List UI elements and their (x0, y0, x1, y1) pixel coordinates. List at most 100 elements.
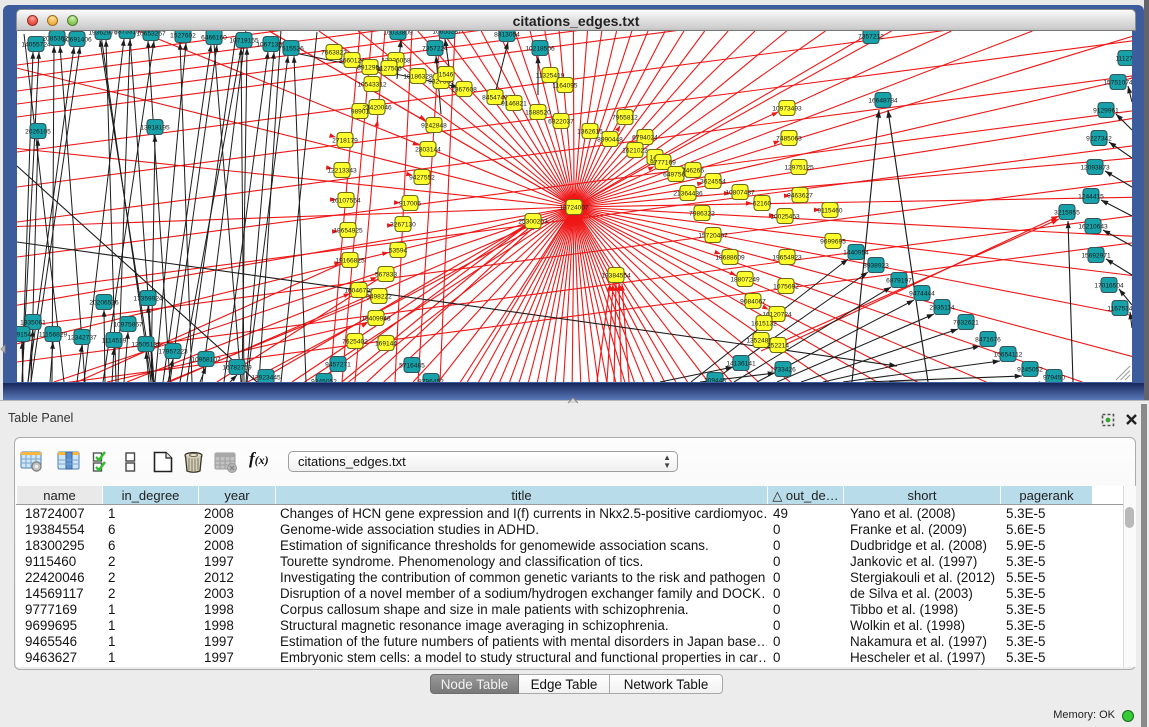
svg-text:10688609: 10688609 (715, 254, 745, 261)
svg-text:6794024: 6794024 (632, 134, 658, 141)
svg-text:7515526: 7515526 (278, 45, 304, 52)
svg-text:8990448: 8990448 (597, 136, 623, 143)
svg-text:10654112: 10654112 (994, 351, 1023, 358)
svg-text:7632621: 7632621 (953, 319, 979, 326)
svg-text:10958107: 10958107 (191, 356, 221, 363)
svg-text:9463627: 9463627 (787, 192, 813, 199)
svg-text:7625402: 7625402 (342, 338, 368, 345)
svg-text:1440954: 1440954 (843, 249, 869, 256)
svg-text:1527602: 1527602 (170, 32, 196, 39)
svg-text:9146821: 9146821 (501, 100, 527, 107)
svg-text:14136141: 14136141 (726, 360, 756, 367)
svg-text:6322037: 6322037 (548, 118, 574, 125)
svg-text:9245052: 9245052 (311, 378, 337, 382)
svg-text:15720407: 15720407 (698, 232, 728, 239)
svg-text:2935114: 2935114 (929, 304, 955, 311)
svg-text:17957223: 17957223 (158, 348, 188, 355)
svg-text:15692971: 15692971 (1081, 252, 1111, 259)
svg-text:5716485: 5716485 (399, 362, 425, 369)
svg-text:1164095: 1164095 (552, 82, 578, 89)
svg-text:111274: 111274 (1115, 55, 1132, 62)
svg-text:8796452: 8796452 (418, 378, 444, 382)
svg-text:1335061: 1335061 (20, 319, 46, 326)
svg-text:10807487: 10807487 (725, 189, 755, 196)
svg-text:39154: 39154 (17, 331, 31, 338)
svg-text:23420046: 23420046 (362, 104, 392, 111)
svg-text:9242848: 9242848 (421, 122, 447, 129)
svg-text:25300203: 25300203 (518, 218, 548, 225)
svg-text:12093873: 12093873 (1080, 164, 1110, 171)
svg-text:1114519: 1114519 (102, 337, 127, 344)
svg-text:19166825: 19166825 (335, 257, 365, 264)
svg-text:14055724: 14055724 (21, 41, 51, 48)
svg-text:19384554: 19384554 (601, 272, 631, 279)
svg-text:19654923: 19654923 (772, 254, 802, 261)
svg-text:1075692: 1075692 (773, 283, 799, 290)
svg-text:746266: 746266 (682, 167, 704, 174)
svg-text:21364436: 21364436 (673, 190, 703, 197)
svg-text:53594: 53594 (389, 247, 408, 254)
svg-text:10218506: 10218506 (525, 45, 555, 52)
svg-text:2803144: 2803144 (415, 146, 441, 153)
svg-text:7485063: 7485063 (776, 135, 802, 142)
svg-text:2026105: 2026105 (25, 128, 51, 135)
svg-text:10655287: 10655287 (432, 31, 462, 35)
svg-text:8471676: 8471676 (975, 336, 1001, 343)
svg-text:109448: 109448 (704, 377, 726, 382)
svg-text:12975125: 12975125 (784, 164, 814, 171)
svg-text:12342737: 12342737 (67, 334, 97, 341)
svg-text:1588520: 1588520 (525, 109, 551, 116)
svg-text:1244415: 1244415 (1078, 193, 1104, 200)
svg-text:7955812: 7955812 (612, 114, 638, 121)
svg-text:169144: 169144 (375, 340, 397, 347)
svg-text:917006: 917006 (399, 200, 421, 207)
svg-text:6879197: 6879197 (886, 277, 912, 284)
svg-text:1546: 1546 (439, 71, 454, 78)
svg-text:12923445: 12923445 (251, 374, 281, 381)
svg-text:1621022: 1621022 (622, 147, 648, 154)
svg-text:16107554: 16107554 (331, 197, 361, 204)
svg-text:11156829: 11156829 (39, 331, 68, 338)
svg-text:16782759: 16782759 (222, 364, 252, 371)
svg-text:20206536: 20206536 (89, 299, 119, 306)
svg-text:3498222: 3498222 (366, 293, 392, 300)
svg-text:10543312: 10543312 (357, 81, 387, 88)
svg-text:19654925: 19654925 (333, 227, 363, 234)
svg-text:18807249: 18807249 (730, 276, 760, 283)
svg-text:9457271: 9457271 (325, 361, 351, 368)
svg-text:9699695: 9699695 (820, 238, 846, 245)
svg-text:12213343: 12213343 (327, 167, 357, 174)
svg-text:9777169: 9777169 (650, 159, 676, 166)
svg-text:15751074: 15751074 (1103, 79, 1132, 86)
svg-text:567833: 567833 (375, 271, 397, 278)
svg-text:10653267: 10653267 (136, 31, 166, 37)
svg-text:9227342: 9227342 (1086, 135, 1112, 142)
svg-text:3215955: 3215955 (1054, 209, 1080, 216)
svg-text:8813054: 8813054 (494, 31, 520, 38)
svg-text:17016504: 17016504 (1094, 282, 1124, 289)
svg-text:9084067: 9084067 (740, 298, 766, 305)
svg-text:2718179: 2718179 (332, 137, 358, 144)
svg-text:3624554: 3624554 (700, 178, 726, 185)
svg-text:9115460: 9115460 (817, 207, 843, 214)
svg-text:7986322: 7986322 (689, 210, 715, 217)
svg-text:9129961: 9129961 (1093, 107, 1119, 114)
svg-text:252214: 252214 (767, 342, 789, 349)
svg-text:6466160: 6466160 (201, 34, 227, 41)
svg-text:16210643: 16210643 (1078, 223, 1108, 230)
svg-text:7357224: 7357224 (422, 45, 448, 52)
svg-text:10975867: 10975867 (113, 321, 143, 328)
svg-text:979450: 979450 (1043, 374, 1065, 381)
svg-text:7663822: 7663822 (321, 49, 347, 56)
svg-text:13918195: 13918195 (140, 124, 170, 131)
svg-text:9474444: 9474444 (909, 290, 935, 297)
svg-text:1615132: 1615132 (751, 320, 777, 327)
svg-text:9427552: 9427552 (409, 174, 435, 181)
svg-text:7357212: 7357212 (858, 33, 884, 40)
svg-text:20691406: 20691406 (62, 36, 92, 43)
svg-text:2367608: 2367608 (451, 86, 477, 93)
svg-text:9245052: 9245052 (1017, 366, 1043, 373)
svg-text:16033809: 16033809 (383, 31, 413, 36)
svg-text:3267130: 3267130 (390, 221, 416, 228)
svg-text:8938923: 8938923 (863, 262, 889, 269)
